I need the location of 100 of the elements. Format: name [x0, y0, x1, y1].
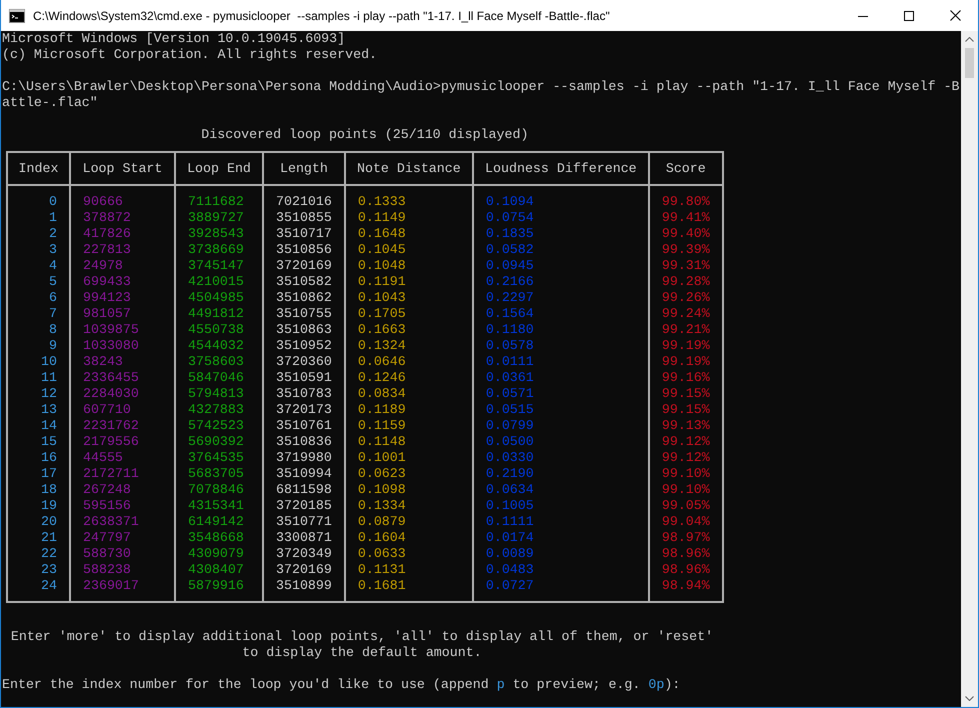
table-cell: 99.10%	[662, 466, 710, 482]
table-cell: 0.1681	[358, 578, 406, 594]
table-cell: 0.1604	[358, 530, 406, 546]
table-cell: 3758603	[188, 354, 244, 370]
table-cell: 0.0834	[358, 386, 406, 402]
table-cell: 18	[41, 482, 57, 498]
table-cell: 19	[41, 498, 57, 514]
table-cell: 99.39%	[662, 242, 710, 258]
terminal-icon	[9, 8, 25, 22]
table-cell: 6	[49, 290, 57, 306]
table-cell: 4544032	[188, 338, 244, 354]
table-cell: 0.0727	[486, 578, 534, 594]
table-cell: 3510783	[276, 386, 332, 402]
table-cell: 3764535	[188, 450, 244, 466]
table-cell: 0.1045	[358, 242, 406, 258]
table-cell: 23	[41, 562, 57, 578]
table-cell: 99.15%	[662, 402, 710, 418]
table-cell: 21	[41, 530, 57, 546]
table-cell: 0.1324	[358, 338, 406, 354]
table-cell: 2179556	[83, 434, 139, 450]
table-cell: 0.1333	[358, 194, 406, 210]
table-cell: 0.1180	[486, 322, 534, 338]
table-cell: 99.05%	[662, 498, 710, 514]
table-cell: 3889727	[188, 210, 244, 226]
table-cell: 588730	[83, 546, 131, 562]
scrollbar[interactable]	[961, 31, 978, 707]
table-cell: 3510717	[276, 226, 332, 242]
column-header: Loudness Difference	[485, 160, 637, 176]
table-cell: 44555	[83, 450, 123, 466]
table-cell: 0.1835	[486, 226, 534, 242]
table-cell: 2284030	[83, 386, 139, 402]
table-cell: 0.2166	[486, 274, 534, 290]
table-cell: 2638371	[83, 514, 139, 530]
table-cell: 5847046	[188, 370, 244, 386]
table-cell: 0.0361	[486, 370, 534, 386]
table-cell: 4504985	[188, 290, 244, 306]
table-cell: 981057	[83, 306, 131, 322]
table-cell: 0.0582	[486, 242, 534, 258]
table-cell: 3510855	[276, 210, 332, 226]
table-cell: 3745147	[188, 258, 244, 274]
table-cell: 7078846	[188, 482, 244, 498]
table-cell: 0.0089	[486, 546, 534, 562]
table-cell: 0.0515	[486, 402, 534, 418]
table-cell: 3510899	[276, 578, 332, 594]
console-text: (c) Microsoft Corporation. All rights reserved.	[2, 47, 378, 63]
table-cell: 2172711	[83, 466, 139, 482]
table-cell: 0.0571	[486, 386, 534, 402]
table-cell: 4550738	[188, 322, 244, 338]
scroll-up-icon[interactable]	[965, 37, 974, 42]
table-cell: 0	[49, 194, 57, 210]
table-cell: 4308407	[188, 562, 244, 578]
table-cell: 4309079	[188, 546, 244, 562]
table-cell: 24	[41, 578, 57, 594]
table-cell: 24978	[83, 258, 123, 274]
table-cell: 99.04%	[662, 514, 710, 530]
table-cell: 2336455	[83, 370, 139, 386]
column-header: Index	[18, 160, 58, 176]
scroll-down-icon[interactable]	[965, 696, 974, 701]
table-cell: 99.13%	[662, 418, 710, 434]
table-cell: 5794813	[188, 386, 244, 402]
table-cell: 595156	[83, 498, 131, 514]
table-cell: 0.0111	[486, 354, 534, 370]
table-cell: 0.0174	[486, 530, 534, 546]
table-cell: 0.0633	[358, 546, 406, 562]
table-cell: 11	[41, 370, 57, 386]
table-cell: 2	[49, 226, 57, 242]
table-cell: 267248	[83, 482, 131, 498]
table-cell: 994123	[83, 290, 131, 306]
table-cell: 99.19%	[662, 338, 710, 354]
table-cell: 0.1246	[358, 370, 406, 386]
table-cell: 0.1043	[358, 290, 406, 306]
table-cell: 0.1149	[358, 210, 406, 226]
table-cell: 2369017	[83, 578, 139, 594]
table-cell: 3300871	[276, 530, 332, 546]
table-cell: 0.0646	[358, 354, 406, 370]
table-cell: 0.0483	[486, 562, 534, 578]
table-cell: 0.2190	[486, 466, 534, 482]
table-cell: 7021016	[276, 194, 332, 210]
table-cell: 0.2297	[486, 290, 534, 306]
table-cell: 0.1663	[358, 322, 406, 338]
table-cell: 0.1001	[358, 450, 406, 466]
table-cell: 5690392	[188, 434, 244, 450]
table-cell: 0.1564	[486, 306, 534, 322]
table-cell: 1039875	[83, 322, 139, 338]
table-cell: 3510591	[276, 370, 332, 386]
column-header: Loop End	[187, 160, 251, 176]
table-cell: 0.0623	[358, 466, 406, 482]
scroll-thumb[interactable]	[965, 48, 974, 78]
table-cell: 607710	[83, 402, 131, 418]
table-cell: 417826	[83, 226, 131, 242]
input-prompt: Enter the index number for the loop you'd like to use (append p to preview; e.g. 0p):	[2, 677, 682, 693]
table-cell: 98.96%	[662, 562, 710, 578]
table-cell: 3720173	[276, 402, 332, 418]
table-cell: 2231762	[83, 418, 139, 434]
table-cell: 3510863	[276, 322, 332, 338]
command-line: C:\Users\Brawler\Desktop\Persona\Persona Modding\Audio>pymusiclooper --samples -i play --path "1-17. I_ll Face Myself -B	[2, 79, 961, 95]
table-cell: 0.0578	[486, 338, 534, 354]
table-cell: 247797	[83, 530, 131, 546]
table-cell: 1	[49, 210, 57, 226]
table-cell: 3720360	[276, 354, 332, 370]
